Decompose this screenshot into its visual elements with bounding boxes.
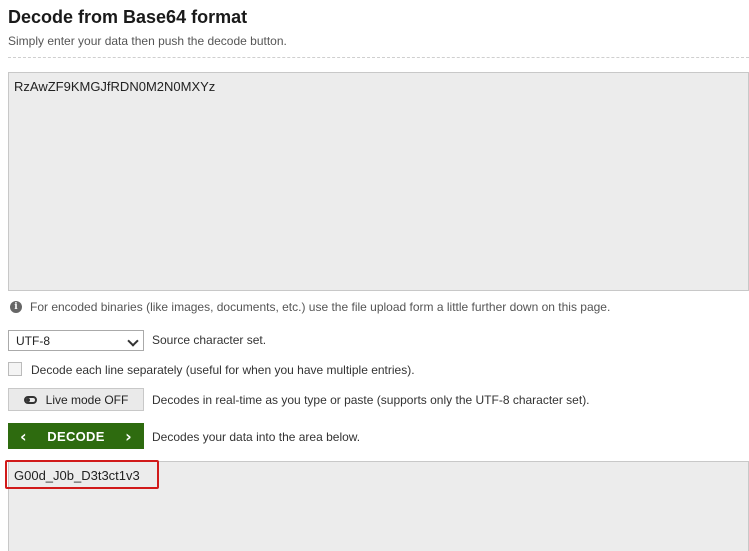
charset-label: Source character set. [152,333,267,347]
page-title: Decode from Base64 format [8,7,248,27]
chevron-right-icon: › [125,426,132,446]
chevron-left-icon: ‹ [20,426,27,446]
info-icon: i [10,301,22,313]
page-subtitle: Simply enter your data then push the dec… [8,34,287,48]
live-mode-label: Live mode OFF [45,392,129,407]
chevron-down-icon [127,335,139,347]
charset-select[interactable]: UTF-8 [8,330,144,351]
live-mode-description: Decodes in real-time as you type or past… [152,393,590,407]
divider [8,57,749,58]
input-textarea[interactable]: RzAwZF9KMGJfRDN0M2N0MXYz [8,72,749,291]
upload-hint-text: For encoded binaries (like images, docum… [30,300,611,314]
charset-selected-value: UTF-8 [16,334,50,348]
decode-button[interactable]: ‹ DECODE › [8,423,144,449]
decode-button-label: DECODE [47,428,105,444]
decode-description: Decodes your data into the area below. [152,430,361,444]
toggle-icon [23,395,37,404]
output-highlight-box [5,460,159,489]
live-mode-button[interactable]: Live mode OFF [8,388,144,411]
separate-lines-label: Decode each line separately (useful for … [31,363,415,377]
separate-lines-checkbox[interactable] [8,362,22,376]
upload-hint: i For encoded binaries (like images, doc… [10,300,610,314]
